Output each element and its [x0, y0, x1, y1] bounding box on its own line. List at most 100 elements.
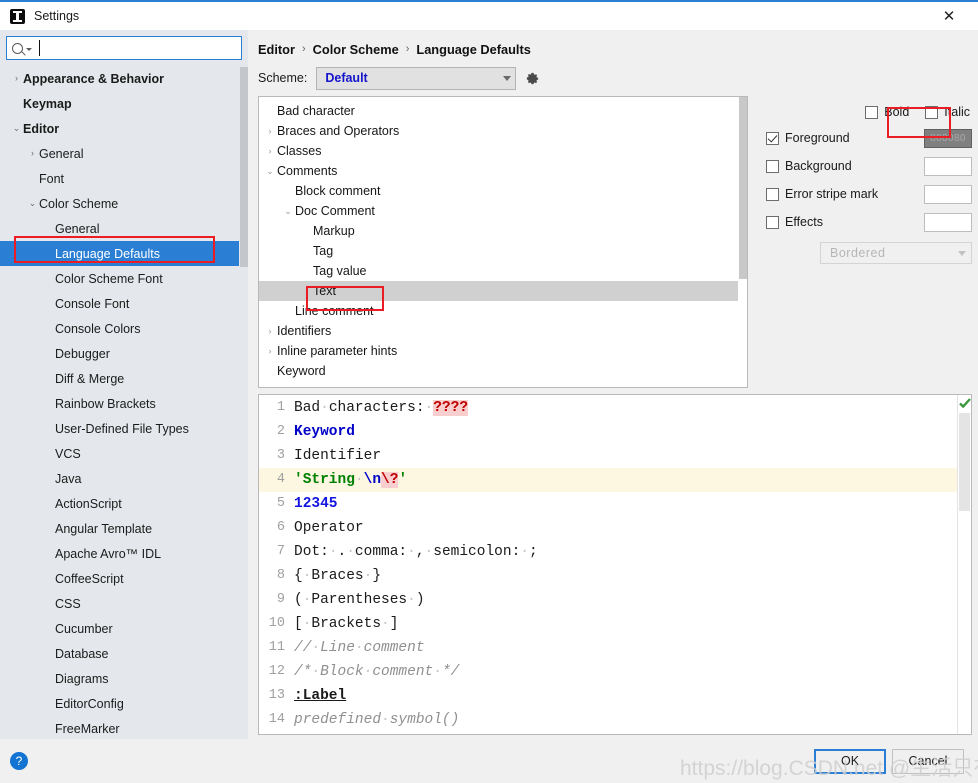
- color-tree-row-keyword[interactable]: Keyword: [259, 361, 747, 381]
- effect-type-select[interactable]: Bordered: [820, 242, 972, 264]
- color-tree-row-line-comment[interactable]: Line comment: [259, 301, 747, 321]
- sidebar-item-vcs[interactable]: VCS: [0, 441, 248, 466]
- breadcrumb-item[interactable]: Color Scheme: [313, 42, 399, 57]
- color-swatch[interactable]: [924, 156, 972, 176]
- chevron-down-icon[interactable]: ⌄: [26, 199, 39, 208]
- sidebar-item-angular-template[interactable]: Angular Template: [0, 516, 248, 541]
- color-tree-row-label: Tag: [313, 244, 334, 258]
- code-line-text: 12345: [294, 496, 338, 512]
- line-number: 14: [268, 712, 285, 727]
- sidebar-item-diagrams[interactable]: Diagrams: [0, 666, 248, 691]
- preview-error-stripe[interactable]: [957, 395, 971, 734]
- color-swatch[interactable]: 808080: [924, 128, 972, 148]
- chevron-right-icon[interactable]: ›: [263, 326, 277, 336]
- chevron-right-icon[interactable]: ›: [263, 126, 277, 136]
- sidebar-item-editorconfig[interactable]: EditorConfig: [0, 691, 248, 716]
- breadcrumb-item[interactable]: Language Defaults: [416, 42, 530, 57]
- sidebar-item-editor[interactable]: ⌄ Editor: [0, 116, 248, 141]
- sidebar-item-keymap[interactable]: Keymap: [0, 91, 248, 116]
- color-tree-row-inline-parameter-hints[interactable]: › Inline parameter hints: [259, 341, 747, 361]
- bold-checkbox[interactable]: [865, 105, 879, 119]
- color-tree-scrollbar[interactable]: [738, 97, 747, 387]
- error-stripe-mark-checkbox[interactable]: [766, 187, 779, 201]
- search-input[interactable]: [39, 40, 236, 56]
- search-dropdown-icon[interactable]: [26, 48, 32, 51]
- sidebar-item-diff-merge[interactable]: Diff & Merge: [0, 366, 248, 391]
- color-tree-row-doc-comment[interactable]: ⌄ Doc Comment: [259, 201, 747, 221]
- chevron-down-icon: [958, 250, 966, 256]
- chevron-down-icon[interactable]: ⌄: [263, 166, 277, 177]
- line-number: 6: [276, 520, 285, 535]
- chevron-right-icon[interactable]: ›: [10, 74, 23, 83]
- color-tree-row-tag-value[interactable]: Tag value: [259, 261, 747, 281]
- sidebar-item-debugger[interactable]: Debugger: [0, 341, 248, 366]
- breadcrumb-separator: ›: [301, 43, 306, 55]
- foreground-checkbox[interactable]: [766, 131, 779, 145]
- sidebar-item-cucumber[interactable]: Cucumber: [0, 616, 248, 641]
- color-tree-row-text[interactable]: Text: [259, 281, 747, 301]
- preview-scrollbar-thumb[interactable]: [959, 413, 970, 511]
- sidebar-item-rainbow-brackets[interactable]: Rainbow Brackets: [0, 391, 248, 416]
- color-tree-row-tag[interactable]: Tag: [259, 241, 747, 261]
- color-tree-row-block-comment[interactable]: Block comment: [259, 181, 747, 201]
- attributes-panel: Bold Italic Foreground 808080 Background Er…: [748, 96, 972, 388]
- sidebar-item-label: Rainbow Brackets: [55, 396, 156, 411]
- sidebar-item-color-scheme[interactable]: ⌄ Color Scheme: [0, 191, 248, 216]
- code-line-text: Bad·characters:·????: [294, 400, 469, 416]
- color-tree-row-comments[interactable]: ⌄ Comments: [259, 161, 747, 181]
- chevron-right-icon[interactable]: ›: [26, 149, 39, 158]
- code-line: 1 Bad·characters:·????: [259, 396, 957, 420]
- sidebar-item-font[interactable]: Font: [0, 166, 248, 191]
- sidebar-item-color-scheme-font[interactable]: Color Scheme Font: [0, 266, 248, 291]
- help-icon[interactable]: ?: [10, 752, 28, 770]
- sidebar-item-user-defined-file-types[interactable]: User-Defined File Types: [0, 416, 248, 441]
- sidebar-scrollbar-thumb[interactable]: [240, 67, 248, 267]
- sidebar-item-freemarker[interactable]: FreeMarker: [0, 716, 248, 739]
- chevron-down-icon[interactable]: ⌄: [281, 206, 295, 217]
- code-line: 8 {·Braces·}: [259, 564, 957, 588]
- sidebar-scrollbar[interactable]: [239, 65, 248, 739]
- chevron-right-icon[interactable]: ›: [263, 346, 277, 356]
- color-tree-row-label: Text: [313, 284, 336, 298]
- color-tree-row-label: Markup: [313, 224, 355, 238]
- code-preview[interactable]: 1 Bad·characters:·???? 2 Keyword 3 Identifier…: [259, 395, 957, 734]
- sidebar-item-appearance-behavior[interactable]: › Appearance & Behavior: [0, 66, 248, 91]
- color-tree-row-label: Tag value: [313, 264, 367, 278]
- color-tree-scrollbar-thumb[interactable]: [739, 97, 747, 279]
- code-line: 14 predefined·symbol(): [259, 708, 957, 732]
- breadcrumb-item[interactable]: Editor: [258, 42, 295, 57]
- search-box[interactable]: [6, 36, 242, 60]
- sidebar-item-general[interactable]: General: [0, 216, 248, 241]
- sidebar-item-apache-avro-idl[interactable]: Apache Avro™ IDL: [0, 541, 248, 566]
- effects-checkbox[interactable]: [766, 215, 779, 229]
- color-tree-row-identifiers[interactable]: › Identifiers: [259, 321, 747, 341]
- sidebar-item-language-defaults[interactable]: Language Defaults: [0, 241, 248, 266]
- scheme-select[interactable]: Default: [316, 66, 517, 90]
- close-icon[interactable]: ✕: [926, 2, 972, 30]
- sidebar-item-console-colors[interactable]: Console Colors: [0, 316, 248, 341]
- color-tree-row-braces-and-operators[interactable]: › Braces and Operators: [259, 121, 747, 141]
- chevron-right-icon[interactable]: ›: [263, 146, 277, 156]
- background-checkbox[interactable]: [766, 159, 779, 173]
- color-tree-row-markup[interactable]: Markup: [259, 221, 747, 241]
- color-tree-row-classes[interactable]: › Classes: [259, 141, 747, 161]
- color-settings-tree: Bad character › Braces and Operators › Class…: [259, 97, 747, 381]
- sidebar-item-coffeescript[interactable]: CoffeeScript: [0, 566, 248, 591]
- color-swatch[interactable]: [924, 184, 972, 204]
- chevron-down-icon[interactable]: ⌄: [10, 124, 23, 133]
- ok-button[interactable]: OK: [814, 748, 886, 774]
- gear-icon[interactable]: [525, 71, 540, 86]
- cancel-button[interactable]: Cancel: [892, 748, 964, 774]
- color-tree-row-bad-character[interactable]: Bad character: [259, 101, 747, 121]
- color-swatch[interactable]: [924, 212, 972, 232]
- sidebar-item-database[interactable]: Database: [0, 641, 248, 666]
- sidebar-scroll: › Appearance & Behavior Keymap ⌄ Editor › Gene…: [0, 65, 248, 739]
- sidebar-item-label: Editor: [23, 121, 60, 136]
- sidebar-item-general[interactable]: › General: [0, 141, 248, 166]
- sidebar-item-console-font[interactable]: Console Font: [0, 291, 248, 316]
- sidebar-item-java[interactable]: Java: [0, 466, 248, 491]
- italic-checkbox[interactable]: [925, 105, 939, 119]
- sidebar-item-actionscript[interactable]: ActionScript: [0, 491, 248, 516]
- sidebar-item-css[interactable]: CSS: [0, 591, 248, 616]
- attribute-label: Effects: [785, 215, 823, 229]
